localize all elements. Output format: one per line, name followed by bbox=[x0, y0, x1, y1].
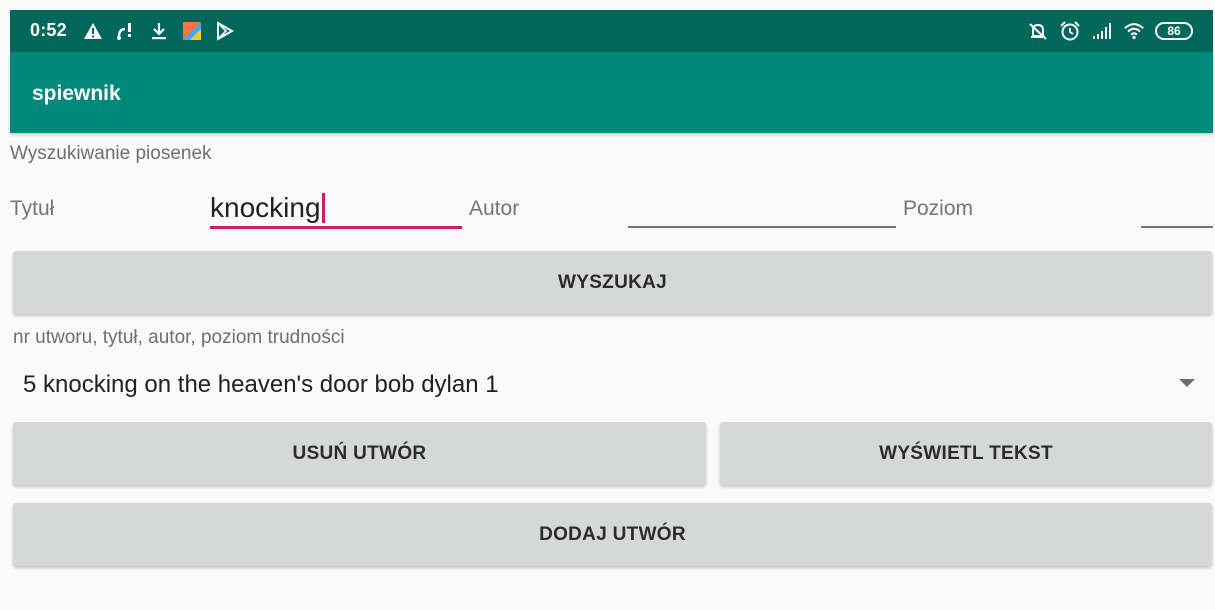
mute-icon bbox=[1027, 20, 1049, 42]
alarm-icon bbox=[1059, 20, 1081, 42]
wifi-icon bbox=[1123, 20, 1145, 42]
text-cursor bbox=[321, 193, 325, 223]
title-input-value: knocking bbox=[210, 192, 325, 224]
download-icon bbox=[148, 20, 170, 42]
app-notification-icon bbox=[181, 20, 203, 42]
warning-icon bbox=[82, 20, 104, 42]
level-label: Poziom bbox=[903, 197, 974, 220]
app-title: spiewnik bbox=[32, 82, 121, 105]
spinner-selected-value: 5 knocking on the heaven's door bob dyla… bbox=[23, 371, 499, 398]
status-bar: 0:52 86 bbox=[10, 10, 1213, 52]
author-input[interactable] bbox=[628, 192, 896, 228]
author-label: Autor bbox=[469, 197, 520, 220]
signal-icon bbox=[1091, 20, 1113, 42]
title-input[interactable]: knocking bbox=[210, 192, 462, 229]
app-bar: spiewnik bbox=[10, 52, 1213, 133]
delete-song-button[interactable]: USUŃ UTWÓR bbox=[13, 422, 706, 485]
search-heading: Wyszukiwanie piosenek bbox=[10, 143, 212, 164]
status-icons-right: 86 bbox=[1027, 19, 1193, 43]
show-text-button[interactable]: WYŚWIETL TEKST bbox=[720, 422, 1212, 485]
search-button[interactable]: WYSZUKAJ bbox=[13, 251, 1212, 314]
status-icons-left bbox=[82, 19, 236, 43]
play-store-icon bbox=[214, 20, 236, 42]
usb-debug-icon bbox=[115, 20, 137, 42]
song-spinner[interactable]: 5 knocking on the heaven's door bob dyla… bbox=[13, 362, 1203, 406]
results-hint: nr utworu, tytuł, autor, poziom trudnośc… bbox=[13, 327, 345, 348]
dropdown-arrow-icon[interactable] bbox=[1179, 379, 1195, 387]
status-time: 0:52 bbox=[30, 20, 67, 40]
battery-icon: 86 bbox=[1155, 22, 1193, 40]
level-input[interactable] bbox=[1141, 192, 1213, 228]
add-song-button[interactable]: DODAJ UTWÓR bbox=[13, 503, 1212, 566]
title-label: Tytuł bbox=[10, 197, 55, 220]
